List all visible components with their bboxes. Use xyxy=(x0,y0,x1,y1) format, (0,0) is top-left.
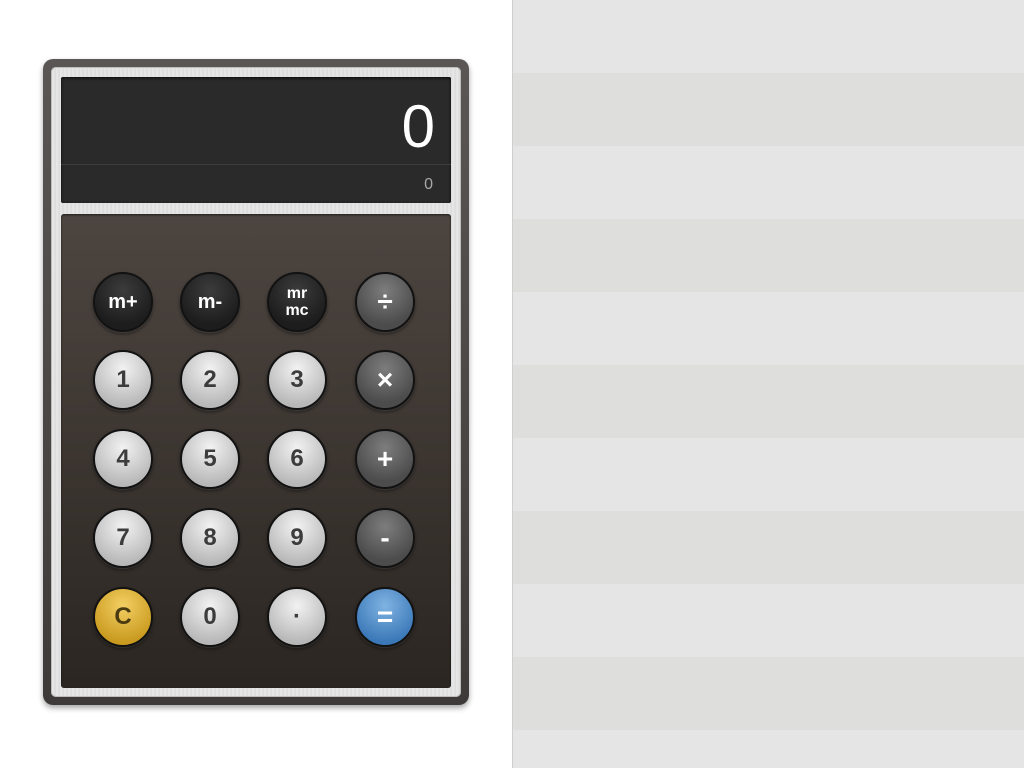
display-panel: 0 0 xyxy=(61,77,451,203)
memory-plus-label: m+ xyxy=(108,290,138,313)
digit-0-label: 0 xyxy=(203,603,217,630)
memory-minus-button[interactable]: m- xyxy=(180,272,240,332)
memory-recall-label: mr xyxy=(286,285,308,302)
memory-clear-label: mc xyxy=(285,302,309,319)
memory-readout: 0 xyxy=(424,176,433,193)
paper-tape-panel xyxy=(512,0,1024,768)
divide-button[interactable]: ÷ xyxy=(355,272,415,332)
clear-button[interactable]: C xyxy=(93,587,153,647)
digit-2-label: 2 xyxy=(203,366,217,393)
calculator-bezel: 0 0 m+ m- mr mc ÷ 1 2 3 × 4 5 6 + 7 8 9 … xyxy=(51,67,461,697)
decimal-point-label: · xyxy=(293,603,301,630)
main-readout: 0 xyxy=(401,93,435,160)
clear-label: C xyxy=(114,603,132,630)
digit-5-button[interactable]: 5 xyxy=(180,429,240,489)
digit-3-label: 3 xyxy=(290,366,304,393)
digit-9-label: 9 xyxy=(290,524,304,551)
digit-1-label: 1 xyxy=(116,366,130,393)
calculator: 0 0 m+ m- mr mc ÷ 1 2 3 × 4 5 6 + 7 8 9 … xyxy=(43,59,469,705)
divide-label: ÷ xyxy=(377,286,393,317)
digit-9-button[interactable]: 9 xyxy=(267,508,327,568)
multiply-button[interactable]: × xyxy=(355,350,415,410)
digit-0-button[interactable]: 0 xyxy=(180,587,240,647)
digit-2-button[interactable]: 2 xyxy=(180,350,240,410)
digit-7-label: 7 xyxy=(116,524,130,551)
display-divider xyxy=(61,164,451,165)
digit-8-button[interactable]: 8 xyxy=(180,508,240,568)
memory-plus-button[interactable]: m+ xyxy=(93,272,153,332)
plus-label: + xyxy=(376,443,394,474)
minus-label: - xyxy=(380,522,390,553)
digit-6-label: 6 xyxy=(290,445,304,472)
digit-4-label: 4 xyxy=(116,445,130,472)
plus-button[interactable]: + xyxy=(355,429,415,489)
memory-minus-label: m- xyxy=(197,290,223,313)
memory-recall-clear-button[interactable]: mr mc xyxy=(267,272,327,332)
keypad: m+ m- mr mc ÷ 1 2 3 × 4 5 6 + 7 8 9 - C … xyxy=(61,214,451,688)
digit-8-label: 8 xyxy=(203,524,217,551)
minus-button[interactable]: - xyxy=(355,508,415,568)
digit-3-button[interactable]: 3 xyxy=(267,350,327,410)
equals-label: = xyxy=(376,601,394,632)
digit-4-button[interactable]: 4 xyxy=(93,429,153,489)
equals-button[interactable]: = xyxy=(355,587,415,647)
digit-5-label: 5 xyxy=(203,445,217,472)
digit-7-button[interactable]: 7 xyxy=(93,508,153,568)
decimal-point-button[interactable]: · xyxy=(267,587,327,647)
digit-1-button[interactable]: 1 xyxy=(93,350,153,410)
multiply-label: × xyxy=(376,364,394,395)
digit-6-button[interactable]: 6 xyxy=(267,429,327,489)
